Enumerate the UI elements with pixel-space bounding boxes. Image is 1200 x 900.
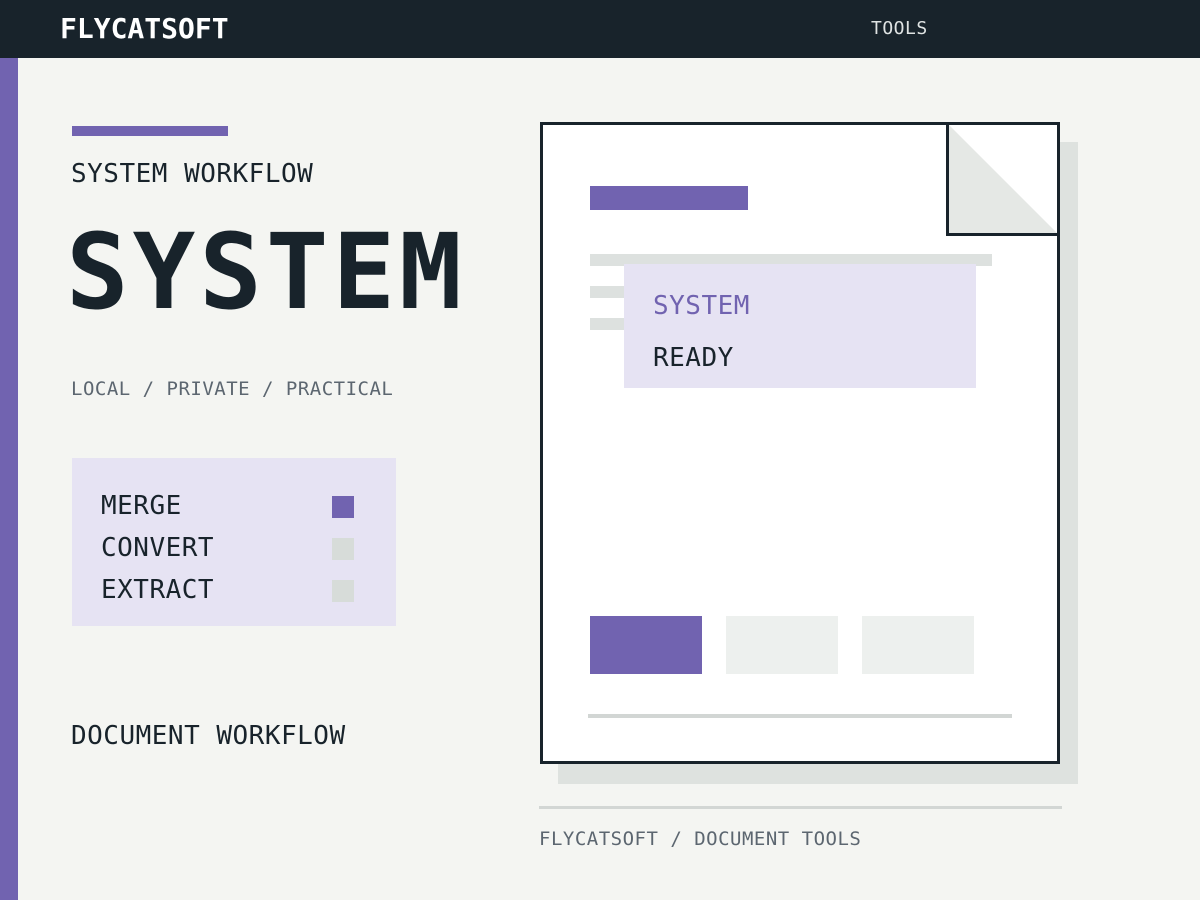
top-navigation-bar: FLYCATSOFT TOOLS — [0, 0, 1200, 58]
menu-item-label: EXTRACT — [101, 575, 215, 605]
menu-item-merge[interactable]: MERGE — [101, 490, 371, 522]
document-block — [726, 616, 838, 674]
status-card: SYSTEM READY — [624, 264, 976, 388]
menu-item-label: MERGE — [101, 491, 182, 521]
status-system-text: SYSTEM — [653, 291, 750, 321]
left-accent-rail — [0, 58, 18, 900]
status-square-icon — [332, 580, 354, 602]
status-ready-text: READY — [653, 343, 734, 373]
nav-tools-link[interactable]: TOOLS — [871, 18, 928, 40]
status-square-icon — [332, 496, 354, 518]
caption-divider — [539, 806, 1062, 809]
menu-item-extract[interactable]: EXTRACT — [101, 574, 371, 606]
tool-menu: MERGE CONVERT EXTRACT — [72, 458, 396, 626]
menu-item-label: CONVERT — [101, 533, 215, 563]
document-block — [862, 616, 974, 674]
caption-text: FLYCATSOFT / DOCUMENT TOOLS — [539, 828, 862, 850]
status-square-icon — [332, 538, 354, 560]
document-workflow-label: DOCUMENT WORKFLOW — [71, 721, 346, 751]
document-block-active — [590, 616, 702, 674]
page-corner-fold-icon — [946, 122, 1060, 236]
menu-item-convert[interactable]: CONVERT — [101, 532, 371, 564]
brand-logo[interactable]: FLYCATSOFT — [60, 12, 229, 46]
eyebrow-heading: SYSTEM WORKFLOW — [71, 159, 314, 189]
tagline: LOCAL / PRIVATE / PRACTICAL — [71, 378, 394, 400]
document-title-bar — [590, 186, 748, 210]
document-rule — [588, 714, 1012, 718]
page: FLYCATSOFT TOOLS SYSTEM WORKFLOW SYSTEM … — [0, 0, 1200, 900]
accent-bar — [72, 126, 228, 136]
hero-title: SYSTEM — [66, 211, 466, 333]
